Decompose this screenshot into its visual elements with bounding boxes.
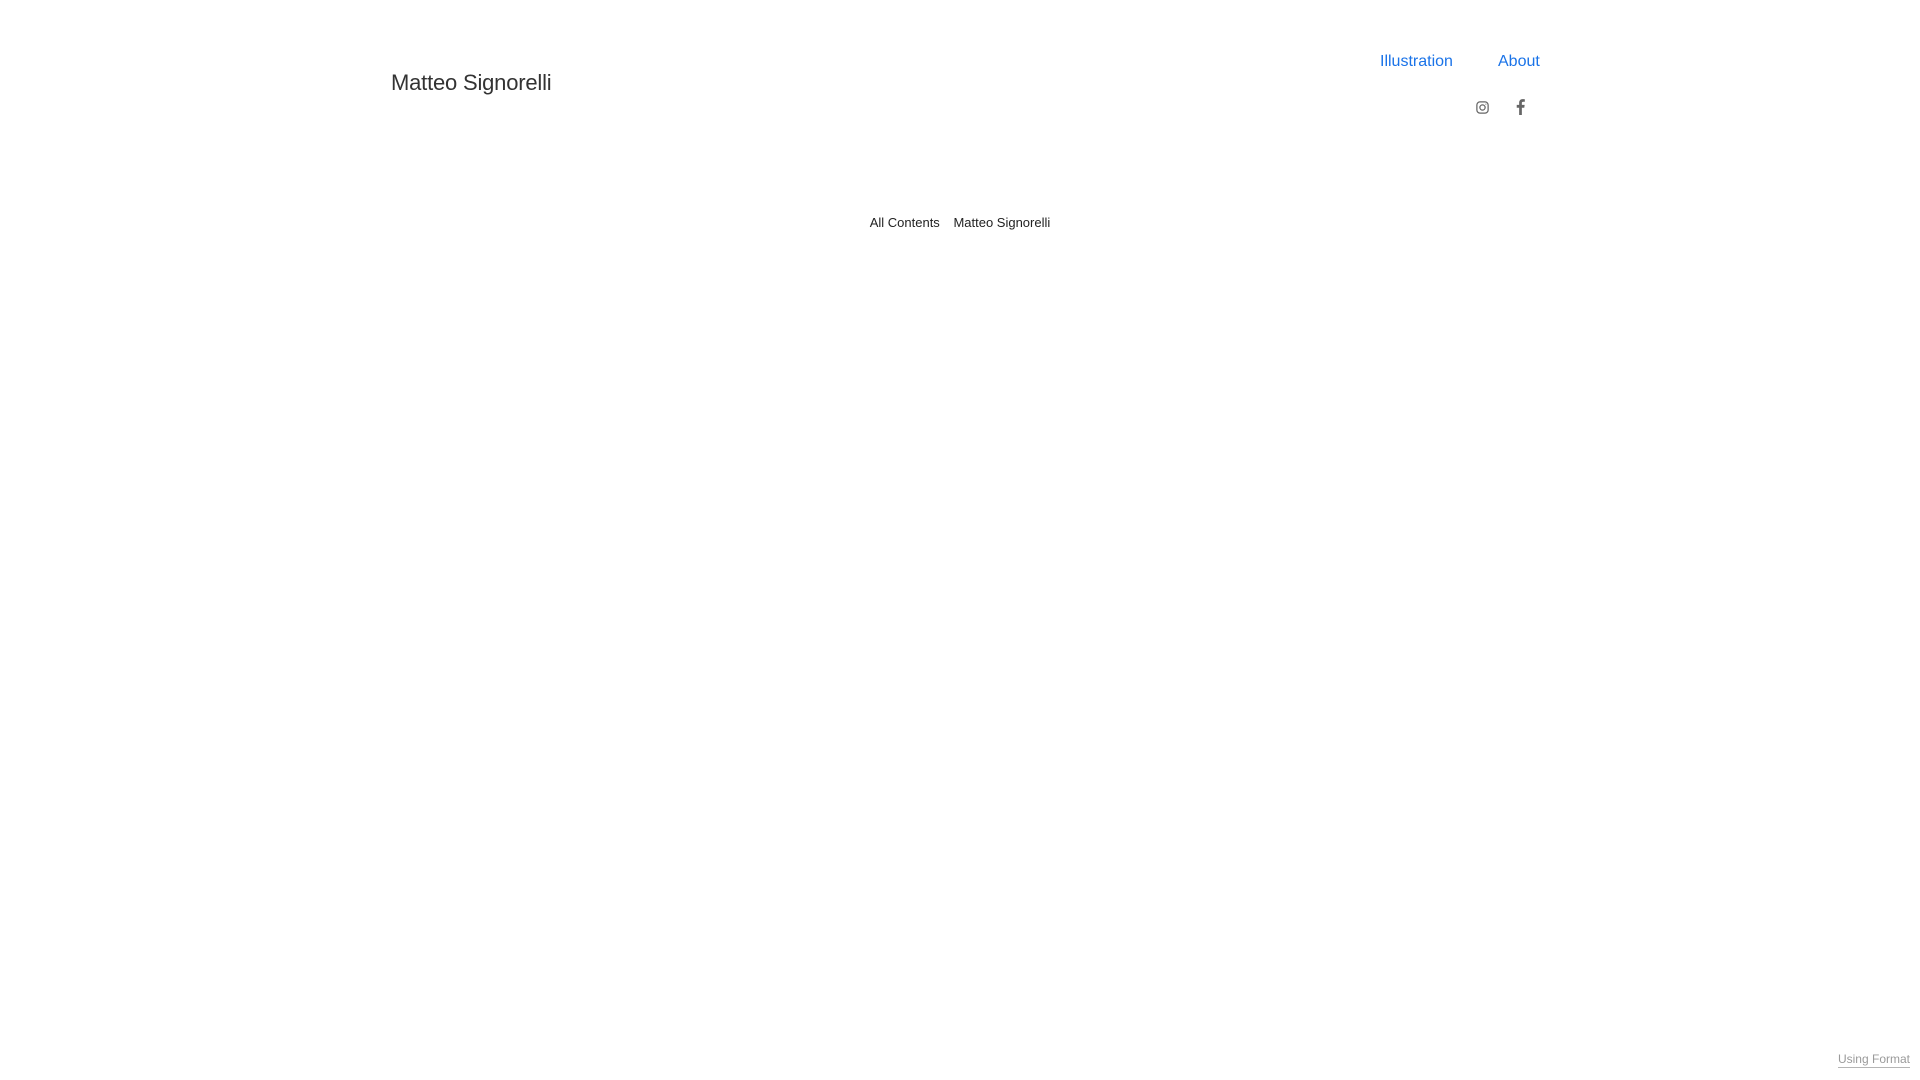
main-nav: Illustration About (1380, 53, 1540, 75)
instagram-icon[interactable] (1472, 97, 1492, 117)
facebook-icon[interactable] (1510, 97, 1530, 117)
nav-item-illustration[interactable]: Illustration (1380, 53, 1453, 71)
copyright-owner: Matteo Signorelli (953, 215, 1051, 230)
site-title-link[interactable]: Matteo Signorelli (391, 70, 552, 96)
page: Matteo Signorelli Illustration About All… (0, 0, 1920, 1080)
copyright-label: All Contents (869, 215, 940, 230)
social-links (1472, 97, 1542, 117)
using-format-link[interactable]: Using Format (1837, 1052, 1910, 1068)
copyright-line: All Contents Matteo Signorelli (0, 215, 1920, 230)
nav-item-about[interactable]: About (1498, 53, 1540, 71)
